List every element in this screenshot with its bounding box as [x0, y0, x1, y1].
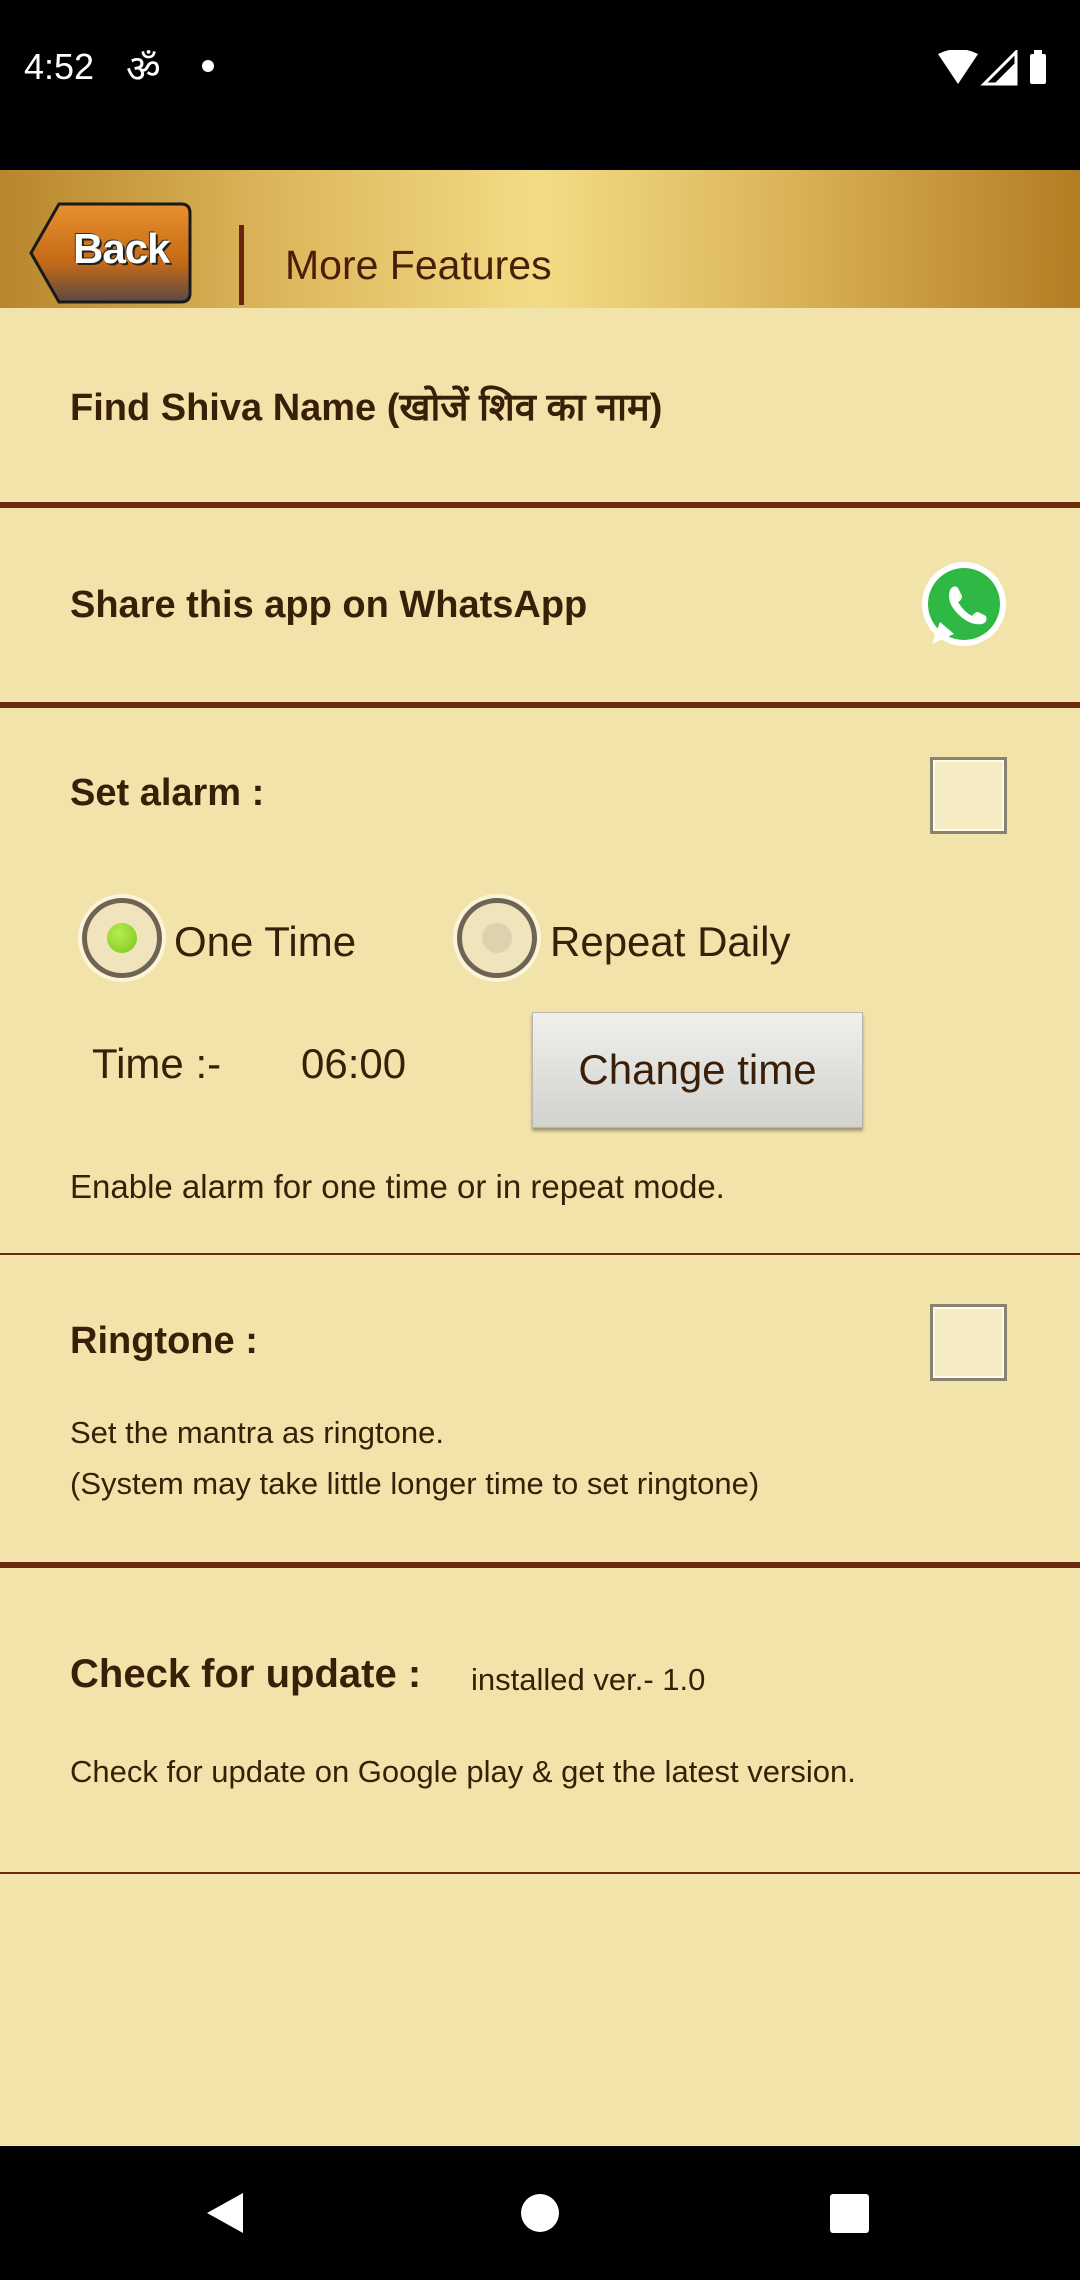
radio-selected-dot: [107, 923, 137, 953]
navigation-bar: [0, 2146, 1080, 2280]
back-button[interactable]: Back: [29, 201, 193, 305]
page-title: More Features: [285, 242, 552, 288]
time-value: 06:00: [301, 1040, 407, 1087]
back-label: Back: [73, 225, 170, 272]
find-shiva-name-label: Find Shiva Name (खोजें शिव का नाम): [70, 387, 663, 429]
time-label: Time :-: [92, 1040, 222, 1087]
radio-repeat-daily[interactable]: [457, 898, 537, 978]
nav-back-icon[interactable]: [205, 2191, 245, 2235]
header-bar: Back More Features: [0, 170, 1080, 308]
share-whatsapp-label: Share this app on WhatsApp: [70, 584, 588, 626]
ringtone-checkbox[interactable]: [930, 1304, 1007, 1381]
share-whatsapp-row[interactable]: Share this app on WhatsApp: [0, 508, 1080, 703]
wifi-icon: [938, 50, 978, 84]
ringtone-description-1: Set the mantra as ringtone.: [70, 1415, 444, 1450]
divider: [0, 1253, 1080, 1255]
status-bar: 4:52 ॐ: [0, 0, 1080, 170]
change-time-button[interactable]: Change time: [532, 1012, 863, 1128]
set-alarm-checkbox[interactable]: [930, 757, 1007, 834]
battery-icon: [1030, 54, 1046, 84]
update-description: Check for update on Google play & get th…: [70, 1754, 856, 1789]
notification-dot-icon: [202, 60, 214, 72]
nav-home-icon[interactable]: [521, 2194, 559, 2232]
check-update-row[interactable]: Check for update : installed ver.- 1.0 C…: [0, 1568, 1080, 1872]
whatsapp-icon[interactable]: [918, 560, 1010, 652]
status-time: 4:52: [24, 46, 95, 87]
radio-one-time[interactable]: [82, 898, 162, 978]
divider: [0, 1872, 1080, 1874]
ringtone-description-2: (System may take little longer time to s…: [70, 1466, 760, 1501]
radio-unselected-dot: [482, 923, 512, 953]
nav-recents-icon[interactable]: [830, 2194, 869, 2233]
divider: [0, 702, 1080, 708]
check-update-label: Check for update :: [70, 1652, 422, 1696]
header-separator: [239, 225, 244, 305]
alarm-description: Enable alarm for one time or in repeat m…: [70, 1168, 725, 1205]
radio-one-time-label[interactable]: One Time: [174, 918, 356, 966]
installed-version: installed ver.- 1.0: [471, 1662, 706, 1697]
status-icons: [938, 50, 1046, 86]
om-icon: ॐ: [126, 49, 161, 91]
find-shiva-name-row[interactable]: Find Shiva Name (खोजें शिव का नाम): [0, 308, 1080, 503]
set-alarm-label: Set alarm :: [70, 772, 265, 814]
radio-repeat-daily-label[interactable]: Repeat Daily: [550, 918, 790, 966]
ringtone-label: Ringtone :: [70, 1320, 258, 1362]
